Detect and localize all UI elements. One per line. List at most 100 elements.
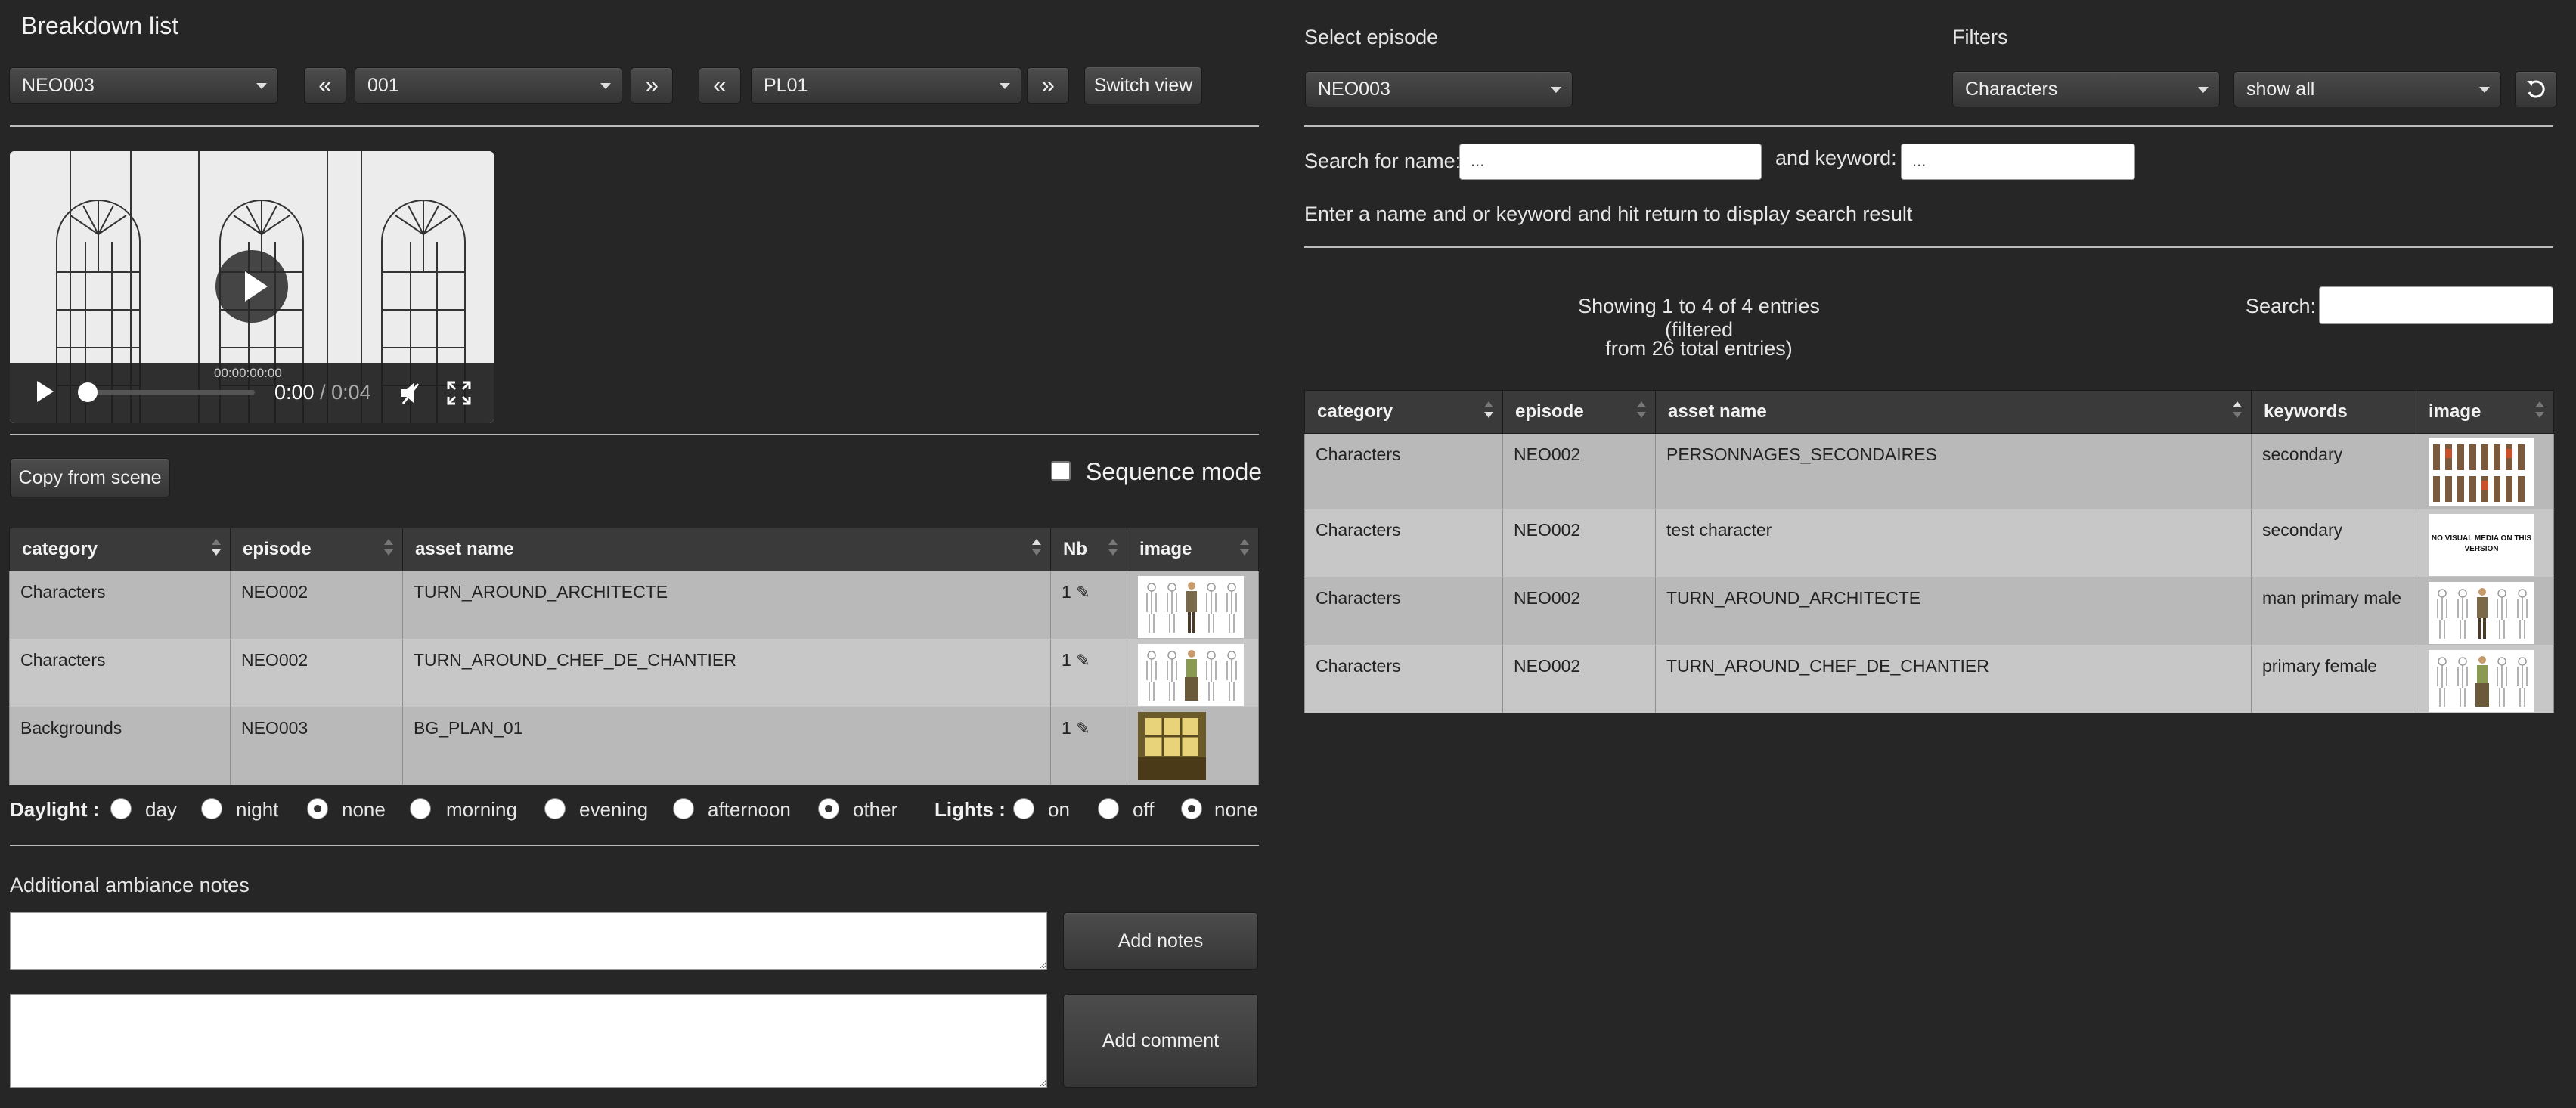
episode-select[interactable]: NEO003 — [9, 67, 278, 104]
table-row[interactable]: Characters NEO002 TURN_AROUND_ARCHITECTE… — [9, 571, 1259, 639]
no-media-thumbnail[interactable]: NO VISUAL MEDIA ON THIS VERSION — [2429, 514, 2534, 576]
lights-radio-none[interactable] — [1181, 798, 1202, 819]
turnaround-chef-thumbnail[interactable] — [1138, 644, 1244, 706]
showing-entries-line2: from 26 total entries) — [1605, 337, 1793, 360]
cell-category: Characters — [1304, 577, 1503, 645]
column-header-episode[interactable]: episode — [1502, 390, 1656, 434]
seek-handle[interactable] — [78, 382, 98, 402]
column-header-keywords[interactable]: keywords — [2251, 390, 2416, 434]
daylight-radio-other[interactable] — [818, 798, 839, 819]
daylight-radio-evening[interactable] — [544, 798, 566, 819]
turnaround-chef-thumbnail[interactable] — [2429, 650, 2534, 712]
column-header-image[interactable]: image — [1127, 528, 1259, 571]
column-header-category[interactable]: category — [1304, 390, 1503, 434]
turnaround-architect-thumbnail[interactable] — [2429, 582, 2534, 644]
table-row[interactable]: Characters NEO002 TURN_AROUND_ARCHITECTE… — [1304, 577, 2554, 645]
search-name-label: Search for name: — [1304, 150, 1462, 172]
filter-show-value: show all — [2246, 79, 2315, 100]
lights-option-label: on — [1048, 798, 1070, 821]
table-row[interactable]: Characters NEO002 PERSONNAGES_SECONDAIRE… — [1304, 433, 2554, 509]
filter-show-select[interactable]: show all — [2233, 71, 2501, 107]
video-controls: 00:00:00:00 0:00 / 0:04 — [10, 363, 494, 423]
daylight-radio-day[interactable] — [110, 798, 132, 819]
chevron-down-icon — [2479, 87, 2490, 93]
next-sequence-button[interactable]: » — [631, 67, 673, 104]
prev-sequence-button[interactable]: « — [304, 67, 346, 104]
add-notes-button[interactable]: Add notes — [1063, 912, 1258, 970]
chevron-down-icon — [1551, 87, 1561, 93]
sort-icon — [1108, 539, 1118, 560]
mute-icon[interactable] — [398, 381, 424, 405]
sequence-select-value: 001 — [367, 75, 399, 96]
fullscreen-icon[interactable] — [447, 381, 471, 405]
reset-filters-button[interactable] — [2515, 71, 2557, 107]
table-row[interactable]: Characters NEO002 TURN_AROUND_CHEF_DE_CH… — [9, 639, 1259, 707]
table-search-input[interactable] — [2319, 286, 2553, 324]
cell-episode: NEO002 — [1502, 509, 1656, 577]
filters-label: Filters — [1952, 26, 2008, 48]
column-header-episode[interactable]: episode — [230, 528, 403, 571]
play-icon — [245, 271, 268, 302]
showing-entries-line1: Showing 1 to 4 of 4 entries (filtered — [1578, 295, 1820, 341]
add-comment-button[interactable]: Add comment — [1063, 994, 1258, 1088]
edit-icon[interactable]: ✎ — [1076, 583, 1090, 602]
turnaround-architect-thumbnail[interactable] — [1138, 576, 1244, 638]
lights-radio-on[interactable] — [1013, 798, 1034, 819]
ambiance-notes-textarea[interactable] — [10, 912, 1047, 970]
cell-asset-name: TURN_AROUND_CHEF_DE_CHANTIER — [1655, 645, 2252, 713]
copy-from-scene-button[interactable]: Copy from scene — [10, 458, 170, 497]
switch-view-button[interactable]: Switch view — [1084, 67, 1202, 104]
table-row[interactable]: Backgrounds NEO003 BG_PLAN_01 1 ✎ — [9, 707, 1259, 785]
search-name-input[interactable]: ... — [1459, 144, 1762, 180]
reset-icon — [2527, 80, 2545, 98]
cell-asset-name: PERSONNAGES_SECONDAIRES — [1655, 433, 2252, 509]
filter-category-select[interactable]: Characters — [1952, 71, 2220, 107]
seek-bar[interactable] — [78, 382, 255, 402]
episode-select-value: NEO003 — [22, 75, 95, 96]
cell-nb: 1 ✎ — [1050, 707, 1127, 785]
big-play-button[interactable] — [215, 250, 288, 323]
comment-textarea[interactable] — [10, 994, 1047, 1088]
sort-icon — [1032, 539, 1041, 560]
sequence-mode-label: Sequence mode — [1086, 458, 1263, 485]
bg-plan-thumbnail[interactable] — [1138, 712, 1206, 780]
daylight-radio-none[interactable] — [307, 798, 328, 819]
cell-category: Characters — [1304, 645, 1503, 713]
edit-icon[interactable]: ✎ — [1076, 719, 1090, 738]
table-row[interactable]: Characters NEO002 TURN_AROUND_CHEF_DE_CH… — [1304, 645, 2554, 713]
video-player[interactable]: 00:00:00:00 0:00 / 0:04 — [10, 151, 494, 423]
cell-asset-name: BG_PLAN_01 — [402, 707, 1051, 785]
column-header-image[interactable]: image — [2416, 390, 2554, 434]
prev-shot-button[interactable]: « — [699, 67, 741, 104]
cell-keywords: man primary male — [2251, 577, 2416, 645]
select-episode-label: Select episode — [1304, 26, 1439, 48]
sequence-select[interactable]: 001 — [355, 67, 622, 104]
column-header-asset-name[interactable]: asset name — [1655, 390, 2252, 434]
keyword-input[interactable]: ... — [1901, 144, 2135, 180]
cell-asset-name: TURN_AROUND_ARCHITECTE — [1655, 577, 2252, 645]
lights-radio-off[interactable] — [1098, 798, 1119, 819]
daylight-radio-afternoon[interactable] — [673, 798, 694, 819]
right-episode-select[interactable]: NEO003 — [1305, 71, 1573, 107]
time-display: 0:00 / 0:04 — [274, 381, 371, 404]
next-shot-button[interactable]: » — [1027, 67, 1069, 104]
sort-icon — [212, 539, 221, 560]
edit-icon[interactable]: ✎ — [1076, 651, 1090, 670]
daylight-radio-night[interactable] — [201, 798, 222, 819]
cell-episode: NEO002 — [230, 639, 403, 707]
column-header-asset-name[interactable]: asset name — [402, 528, 1051, 571]
shot-select[interactable]: PL01 — [751, 67, 1021, 104]
sort-icon — [1484, 401, 1493, 422]
chevron-down-icon — [2198, 87, 2209, 93]
table-row[interactable]: Characters NEO002 test character seconda… — [1304, 509, 2554, 577]
sequence-mode-checkbox[interactable] — [1051, 461, 1071, 481]
cell-episode: NEO003 — [230, 707, 403, 785]
daylight-option-label: night — [236, 798, 279, 821]
daylight-option-label: none — [342, 798, 386, 821]
divider — [1304, 125, 2553, 127]
column-header-category[interactable]: category — [9, 528, 231, 571]
secondary-characters-thumbnail[interactable] — [2429, 438, 2534, 506]
daylight-radio-morning[interactable] — [410, 798, 431, 819]
column-header-nb[interactable]: Nb — [1050, 528, 1127, 571]
play-icon[interactable] — [37, 381, 54, 402]
